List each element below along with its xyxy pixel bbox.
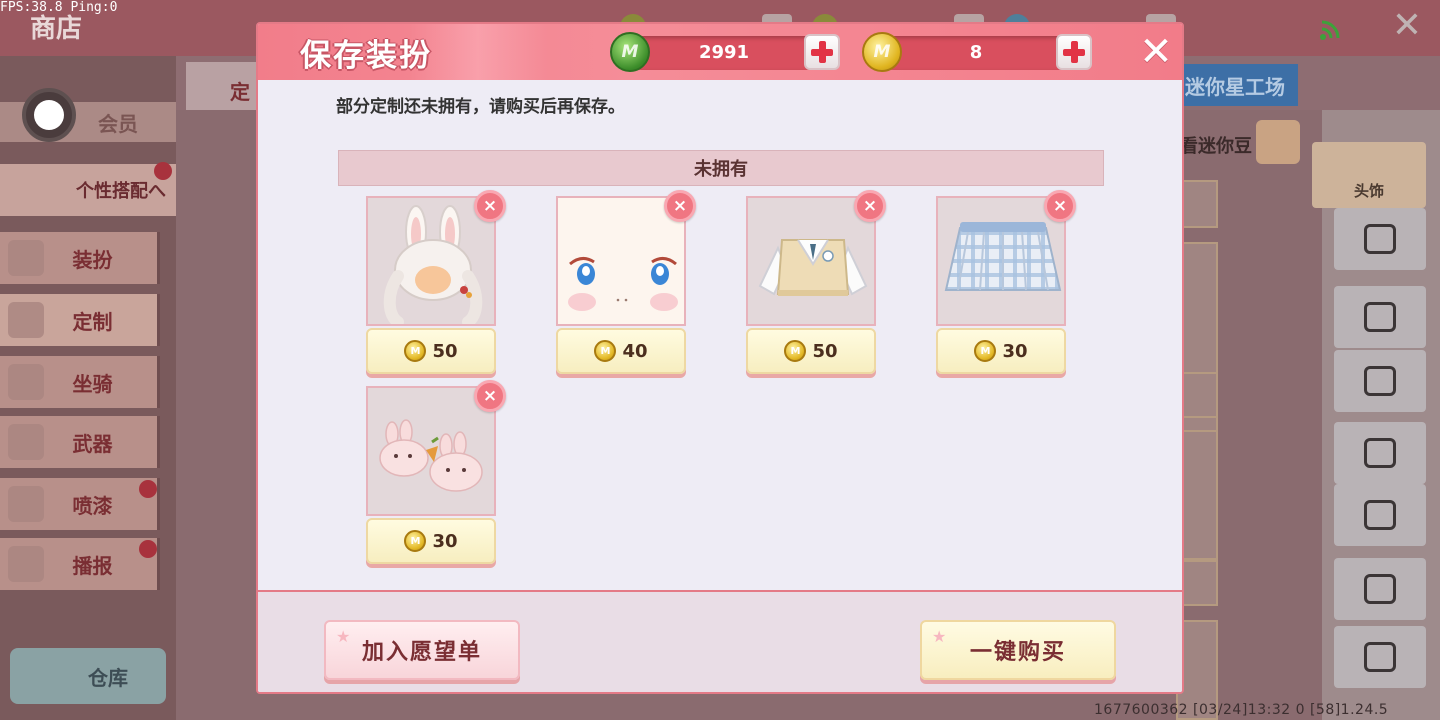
warehouse-label: 仓库 [88, 665, 128, 690]
warehouse-button: 仓库 [10, 648, 166, 704]
sidebar: 会员 个性搭配へ 装扮 定制 坐骑 武器 喷漆 播报 仓库 [0, 56, 176, 720]
price-button[interactable]: M 50 [746, 328, 876, 374]
sidebar-item-label: 坐骑 [72, 371, 113, 396]
dialog-header: 保存装扮 M 2991 M 8 ✕ [258, 24, 1182, 80]
category-top [1334, 350, 1426, 412]
sidebar-item-label: 播报 [72, 553, 113, 578]
notification-dot [139, 480, 157, 498]
coin-amount: 8 [969, 42, 983, 63]
tab-custom: 定 [186, 62, 266, 110]
gem-amount: 2991 [698, 42, 750, 63]
item-price: 30 [1002, 340, 1028, 362]
notification-dot [154, 162, 172, 180]
unowned-item-face[interactable]: × M 40 [556, 190, 696, 376]
coin-balance: M 8 [862, 32, 1092, 72]
unowned-item-top[interactable]: × M 50 [746, 190, 886, 376]
tab-mini-workshop: 迷你星工场 [1172, 64, 1298, 106]
buy-all-button[interactable]: ★ 一键购买 [920, 620, 1116, 680]
add-gems-button[interactable] [804, 34, 840, 70]
save-outfit-dialog: 保存装扮 M 2991 M 8 ✕ 部分定制还未拥有，请购买后再保存。 未拥有 [256, 22, 1184, 694]
coin-icon-glyph: M [873, 42, 891, 62]
signal-icon [1320, 20, 1340, 40]
remove-item-button[interactable]: × [1044, 190, 1076, 222]
price-button[interactable]: M 30 [366, 518, 496, 564]
item-price: 50 [812, 340, 838, 362]
unowned-item-skirt[interactable]: × M 30 [936, 190, 1076, 376]
bg-close-icon: ✕ [1391, 5, 1422, 46]
category-shoes [1334, 558, 1426, 620]
tab-label: 迷你星工场 [1185, 74, 1285, 99]
tab-label: 定 [230, 80, 250, 104]
build-info: 1677600362 [03/24]13:32 0 [58]1.24.5 [1094, 702, 1389, 718]
category-backpack [1334, 626, 1426, 688]
remove-item-button[interactable]: × [474, 380, 506, 412]
sidebar-item-label: 武器 [72, 431, 113, 456]
gold-coin-icon: M [404, 340, 427, 362]
item-price: 50 [432, 340, 458, 362]
sidebar-item-custom: 定制 [0, 294, 160, 346]
search-icon [1256, 120, 1300, 164]
unowned-item-hair[interactable]: × M 50 [366, 190, 506, 376]
star-decoration-icon: ★ [336, 627, 353, 646]
category-mask [1334, 286, 1426, 348]
add-to-wishlist-button[interactable]: ★ 加入愿望单 [324, 620, 520, 680]
gold-coin-icon: M [784, 340, 807, 362]
remove-item-button[interactable]: × [664, 190, 696, 222]
category-hand [1334, 422, 1426, 484]
category-face [1334, 208, 1426, 270]
button-label: 一键购买 [969, 640, 1066, 665]
sidebar-item-label: 喷漆 [72, 493, 113, 518]
dialog-footer: ★ 加入愿望单 ★ 一键购买 [258, 590, 1182, 692]
dialog-title: 保存装扮 [300, 38, 432, 74]
view-beans-label: 看迷你豆 [1180, 136, 1252, 157]
gold-coin-icon: M [404, 530, 427, 552]
remove-item-button[interactable]: × [854, 190, 886, 222]
category-pants [1334, 484, 1426, 546]
sidebar-item-custom-outfit: 个性搭配へ [0, 162, 176, 216]
gold-coin-icon: M [974, 340, 997, 362]
price-button[interactable]: M 30 [936, 328, 1066, 374]
gem-icon-glyph: M [621, 42, 639, 62]
section-header-unowned: 未拥有 [338, 150, 1104, 186]
unowned-item-shoes[interactable]: × M 30 [366, 380, 506, 566]
sidebar-item-label: 装扮 [72, 247, 113, 272]
sidebar-item-dressup: 装扮 [0, 232, 160, 284]
star-decoration-icon: ★ [932, 627, 949, 646]
gem-balance: M 2991 [610, 32, 840, 72]
price-button[interactable]: M 40 [556, 328, 686, 374]
category-headwear: 头饰 [1312, 142, 1426, 208]
price-button[interactable]: M 50 [366, 328, 496, 374]
sidebar-item-label: 个性搭配へ [76, 181, 166, 202]
unowned-notice: 部分定制还未拥有，请购买后再保存。 [336, 97, 625, 117]
notification-dot [139, 540, 157, 558]
gold-coin-icon: M [594, 340, 617, 362]
section-title: 未拥有 [694, 159, 748, 180]
sidebar-item-weapon: 武器 [0, 416, 160, 468]
remove-item-button[interactable]: × [474, 190, 506, 222]
floating-joystick-icon [22, 88, 76, 142]
category-label: 头饰 [1353, 182, 1384, 200]
item-price: 30 [432, 530, 458, 552]
sidebar-item-mount: 坐骑 [0, 356, 160, 408]
item-price: 40 [622, 340, 648, 362]
fps-counter: FPS:38.8 Ping:0 [0, 0, 118, 15]
sidebar-item-broadcast: 播报 [0, 538, 160, 590]
sidebar-item-spray: 喷漆 [0, 478, 160, 530]
button-label: 加入愿望单 [361, 640, 482, 665]
add-coins-button[interactable] [1056, 34, 1092, 70]
sidebar-item-label: 定制 [72, 309, 113, 334]
close-icon[interactable]: ✕ [1138, 32, 1174, 72]
sidebar-item-label: 会员 [98, 111, 138, 136]
